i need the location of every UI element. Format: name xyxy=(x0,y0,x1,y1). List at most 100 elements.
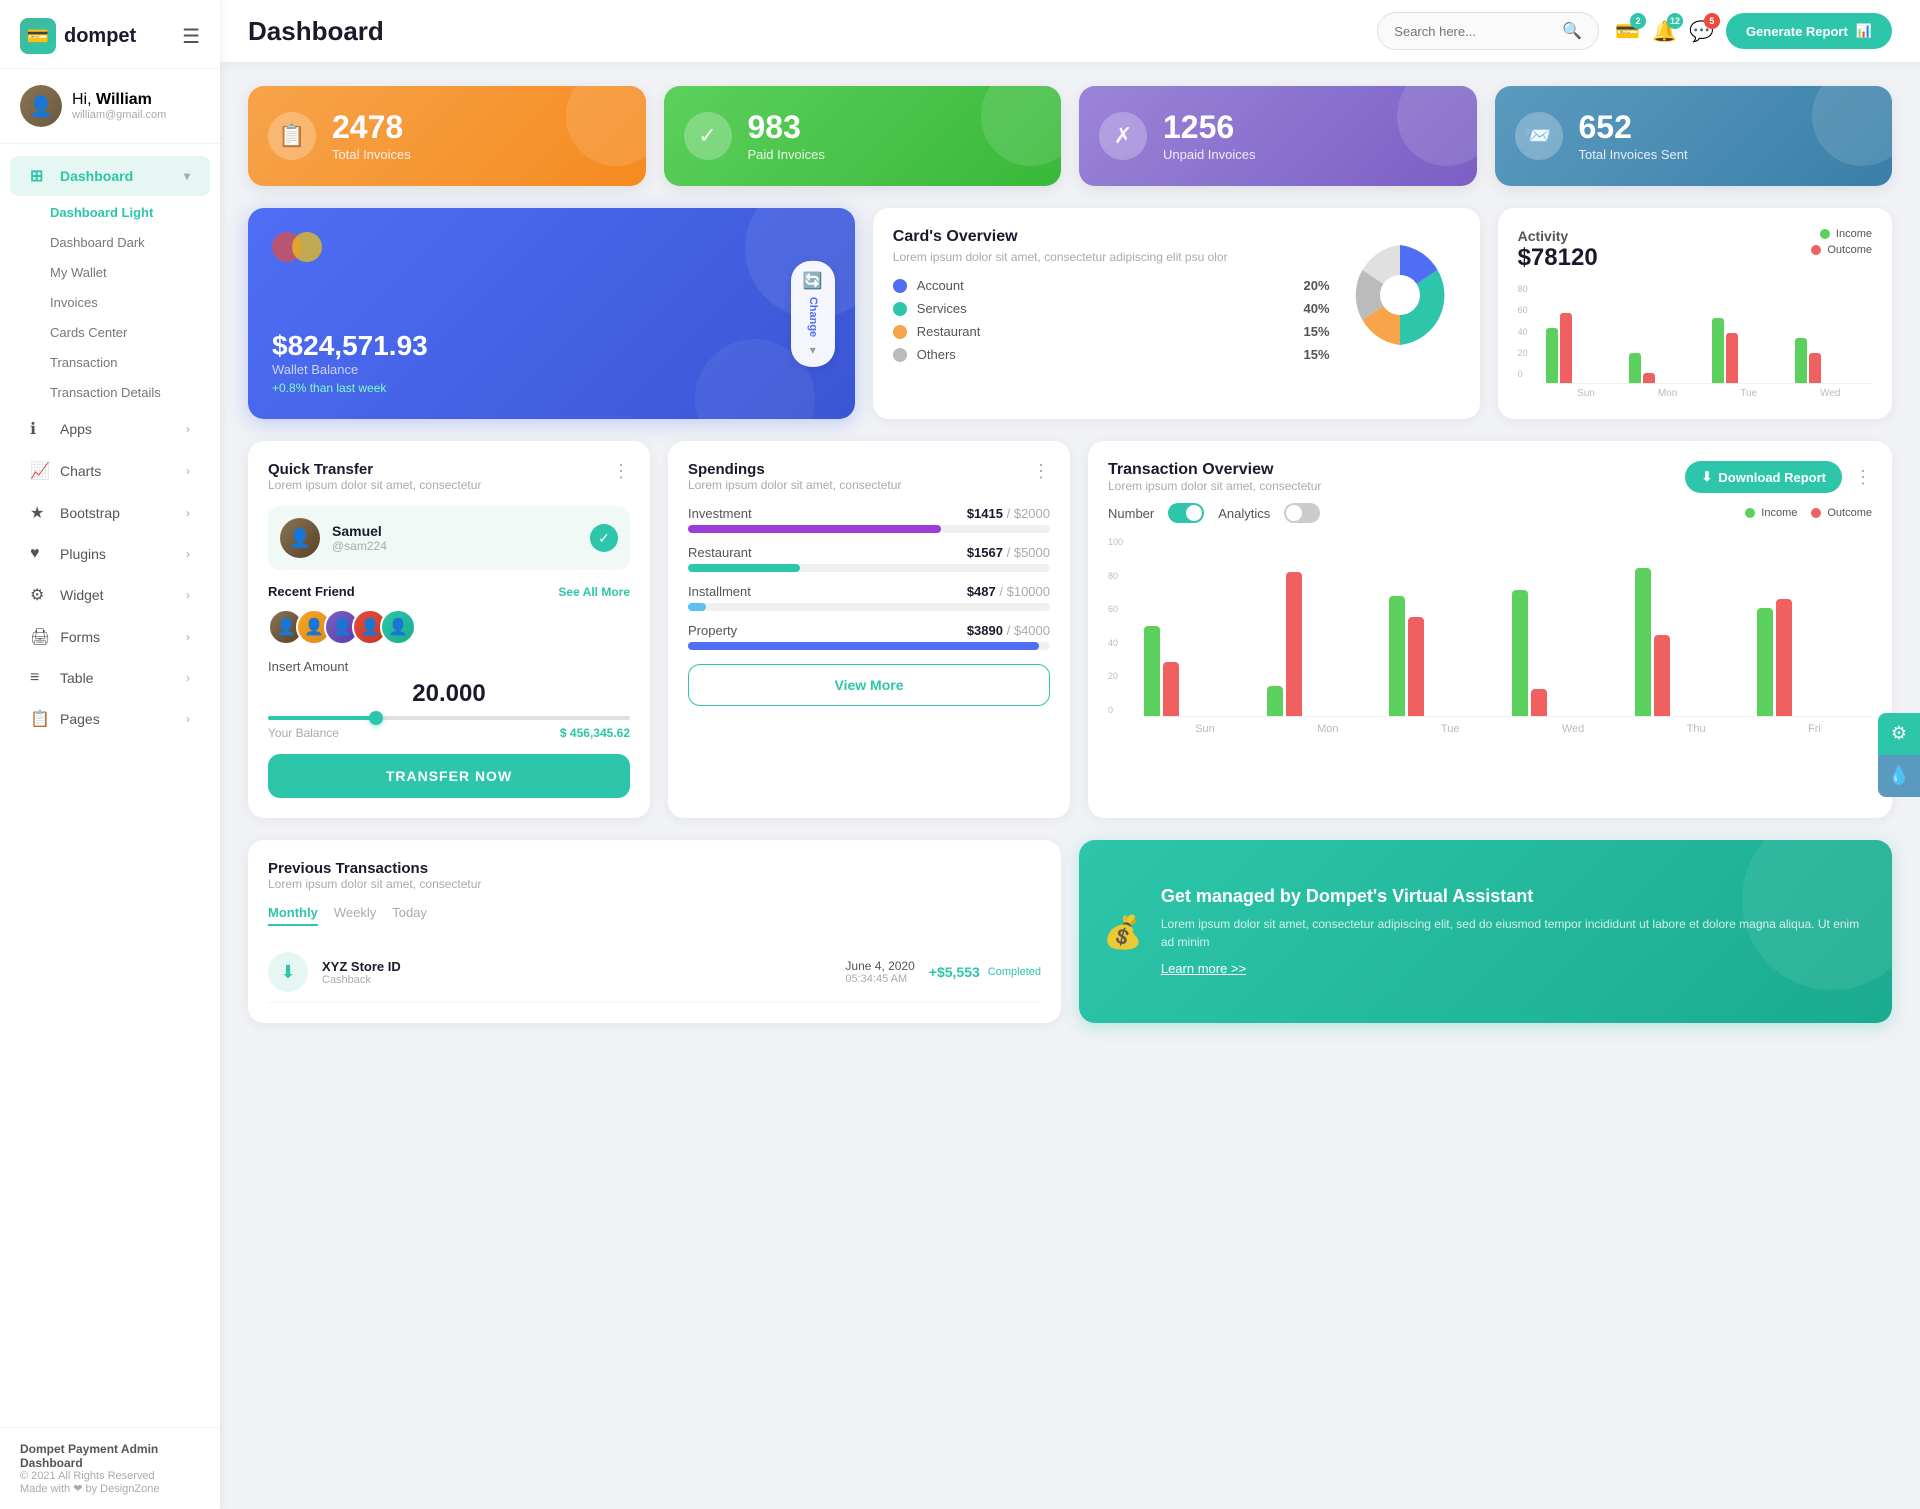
sidebar-item-dashboard[interactable]: ⊞ Dashboard ▾ xyxy=(10,156,210,196)
view-more-button[interactable]: View More xyxy=(688,664,1050,706)
qt-title: Quick Transfer xyxy=(268,461,481,478)
chevron-down-icon: ▾ xyxy=(184,169,190,183)
outcome-dot xyxy=(1811,245,1821,255)
sidebar-item-bootstrap[interactable]: ★ Bootstrap › xyxy=(10,493,210,533)
water-side-button[interactable]: 💧 xyxy=(1878,755,1920,797)
balance-label: Your Balance xyxy=(268,726,339,740)
more-options-icon[interactable]: ⋮ xyxy=(1854,467,1872,488)
stat-info: 2478 Total Invoices xyxy=(332,111,411,162)
list-item: Investment $1415 / $2000 xyxy=(688,506,1050,533)
toggle-analytics-switch[interactable] xyxy=(1284,503,1320,523)
sidebar-item-widget[interactable]: ⚙ Widget › xyxy=(10,575,210,615)
settings-side-button[interactable]: ⚙ xyxy=(1878,713,1920,755)
transfer-now-button[interactable]: TRANSFER NOW xyxy=(268,754,630,798)
stat-label: Unpaid Invoices xyxy=(1163,147,1256,162)
more-options-icon[interactable]: ⋮ xyxy=(612,461,630,482)
spend-amounts: $1567 / $5000 xyxy=(967,545,1050,560)
outcome-label: Outcome xyxy=(1827,507,1872,519)
search-box[interactable]: 🔍 xyxy=(1377,12,1599,50)
chat-icon-wrap[interactable]: 💬 5 xyxy=(1689,19,1714,44)
stat-label: Total Invoices Sent xyxy=(1579,147,1688,162)
toggle-knob xyxy=(1186,505,1202,521)
sidebar-item-pages[interactable]: 📋 Pages › xyxy=(10,699,210,739)
wallet-icon-wrap[interactable]: 💳 2 xyxy=(1615,19,1640,44)
change-button[interactable]: 🔄 Change ▾ xyxy=(791,260,835,366)
spend-more-icon[interactable]: ⋮ xyxy=(1032,461,1050,492)
income-label: Income xyxy=(1836,228,1872,240)
qt-info: Quick Transfer Lorem ipsum dolor sit ame… xyxy=(268,461,481,492)
account-dot xyxy=(893,279,907,293)
main-content: Dashboard 🔍 💳 2 🔔 12 💬 5 Generate Report… xyxy=(220,0,1920,1509)
tab-today[interactable]: Today xyxy=(392,905,427,926)
search-icon: 🔍 xyxy=(1562,21,1582,41)
plugins-icon: ♥ xyxy=(30,545,50,563)
tx-row-date: June 4, 2020 xyxy=(845,959,914,973)
sidebar-item-plugins[interactable]: ♥ Plugins › xyxy=(10,535,210,573)
table-row: ⬇ XYZ Store ID Cashback June 4, 2020 05:… xyxy=(268,942,1041,1003)
side-buttons: ⚙ 💧 xyxy=(1878,713,1920,797)
user-name: William xyxy=(96,91,152,108)
stat-number: 1256 xyxy=(1163,111,1256,143)
see-all-link[interactable]: See All More xyxy=(558,585,630,599)
invoice-icon-wrap: 📋 xyxy=(268,112,316,160)
qt-desc: Lorem ipsum dolor sit amet, consectetur xyxy=(268,478,481,492)
friend-avatar-5[interactable]: 👤 xyxy=(380,609,416,645)
friend-handle: @sam224 xyxy=(332,539,387,553)
sidebar-item-label: Apps xyxy=(60,421,92,437)
sidebar-subitem-cards-center[interactable]: Cards Center xyxy=(40,318,220,347)
sidebar-subitem-invoices[interactable]: Invoices xyxy=(40,288,220,317)
amount-slider[interactable] xyxy=(268,716,630,720)
balance-line: Your Balance $ 456,345.62 xyxy=(268,726,630,740)
sidebar-subitem-dashboard-dark[interactable]: Dashboard Dark xyxy=(40,228,220,257)
sidebar-subitem-dashboard-light[interactable]: Dashboard Light xyxy=(40,198,220,227)
spend-amounts: $3890 / $4000 xyxy=(967,623,1050,638)
outcome-dot xyxy=(1811,508,1821,518)
balance-amount: $ 456,345.62 xyxy=(560,726,630,740)
unpaid-icon-wrap: ✗ xyxy=(1099,112,1147,160)
tab-monthly[interactable]: Monthly xyxy=(268,905,318,926)
activity-chart: 806040200 xyxy=(1518,284,1872,399)
ov-label: Account xyxy=(917,278,1294,293)
spend-amounts: $487 / $10000 xyxy=(967,584,1050,599)
spend-desc: Lorem ipsum dolor sit amet, consectetur xyxy=(688,478,901,492)
sidebar-item-table[interactable]: ≡ Table › xyxy=(10,659,210,697)
tx-title: Transaction Overview xyxy=(1108,461,1321,479)
generate-report-button[interactable]: Generate Report 📊 xyxy=(1726,13,1892,49)
va-learn-more-link[interactable]: Learn more >> xyxy=(1161,961,1246,976)
tx-legend: Income Outcome xyxy=(1745,507,1872,519)
friend-avatar: 👤 xyxy=(280,518,320,558)
tx-row-name: XYZ Store ID xyxy=(322,959,831,974)
tx-toggles: Number Analytics Income xyxy=(1108,503,1872,523)
tx-row-result: +$5,553 Completed xyxy=(929,964,1041,980)
widget-icon: ⚙ xyxy=(30,585,50,605)
va-title: Get managed by Dompet's Virtual Assistan… xyxy=(1161,886,1868,907)
sidebar-subitem-my-wallet[interactable]: My Wallet xyxy=(40,258,220,287)
slider-thumb[interactable] xyxy=(369,711,383,725)
list-item: Property $3890 / $4000 xyxy=(688,623,1050,650)
charts-icon: 📈 xyxy=(30,461,50,481)
sidebar-subitem-transaction[interactable]: Transaction xyxy=(40,348,220,377)
bell-icon-wrap[interactable]: 🔔 12 xyxy=(1652,19,1677,44)
list-item: Income xyxy=(1820,228,1872,240)
sidebar-item-apps[interactable]: ℹ Apps › xyxy=(10,409,210,449)
ov-pct: 20% xyxy=(1304,278,1330,293)
sidebar-item-forms[interactable]: 🖨 Forms › xyxy=(10,617,210,657)
spend-name: Investment xyxy=(688,506,752,521)
activity-panel: Activity $78120 Income Outcome xyxy=(1498,208,1892,419)
sidebar-item-charts[interactable]: 📈 Charts › xyxy=(10,451,210,491)
download-report-button[interactable]: ⬇ Download Report xyxy=(1685,461,1842,493)
list-item: Others 15% xyxy=(893,347,1330,362)
stat-label: Total Invoices xyxy=(332,147,411,162)
toggle-number-switch[interactable] xyxy=(1168,503,1204,523)
refresh-icon: 🔄 xyxy=(803,270,823,290)
overview-info: Card's Overview Lorem ipsum dolor sit am… xyxy=(893,228,1330,362)
hamburger-button[interactable]: ☰ xyxy=(182,24,200,49)
pie-chart-svg xyxy=(1340,235,1460,355)
spendings-panel: Spendings Lorem ipsum dolor sit amet, co… xyxy=(668,441,1070,818)
activity-legend: Income Outcome xyxy=(1811,228,1872,256)
tx-desc: Lorem ipsum dolor sit amet, consectetur xyxy=(1108,479,1321,493)
tab-weekly[interactable]: Weekly xyxy=(334,905,376,926)
sidebar-subitem-transaction-details[interactable]: Transaction Details xyxy=(40,378,220,407)
search-input[interactable] xyxy=(1394,24,1554,39)
insert-amount-value: 20.000 xyxy=(268,680,630,708)
